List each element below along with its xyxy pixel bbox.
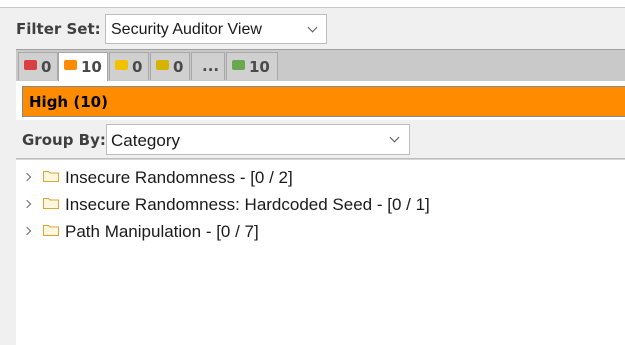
- folder-icon: [43, 198, 59, 209]
- tab-medium-count: 0: [132, 58, 143, 76]
- group-by-dropdown[interactable]: Category: [106, 124, 410, 155]
- tab-low[interactable]: 0: [150, 52, 190, 80]
- group-by-value: Category: [111, 131, 180, 150]
- priority-tabs-bar: 0 10 0 0 ... 10: [16, 49, 625, 82]
- chevron-down-icon: [389, 132, 400, 143]
- severity-header: High (10): [22, 86, 625, 117]
- tab-high[interactable]: 10: [58, 52, 108, 82]
- tab-all[interactable]: 10: [226, 52, 278, 80]
- tab-all-count: 10: [249, 58, 270, 76]
- folder-icon: [43, 171, 59, 182]
- folder-icon: [43, 225, 59, 236]
- tab-high-count: 10: [81, 58, 102, 76]
- tree-row-label: Insecure Randomness: Hardcoded Seed - [0…: [65, 195, 430, 214]
- critical-swatch-icon: [24, 60, 37, 70]
- group-by-label: Group By:: [22, 131, 106, 149]
- tree-row-label: Path Manipulation - [0 / 7]: [65, 222, 259, 241]
- severity-header-label: High (10): [29, 93, 108, 111]
- top-strip: [0, 0, 625, 8]
- tree-row[interactable]: Insecure Randomness - [0 / 2]: [16, 164, 625, 190]
- tab-critical[interactable]: 0: [18, 52, 58, 80]
- high-swatch-icon: [64, 60, 77, 70]
- tree-row[interactable]: Path Manipulation - [0 / 7]: [16, 218, 625, 244]
- tab-critical-count: 0: [41, 58, 52, 76]
- all-swatch-icon: [232, 60, 245, 70]
- issue-tree: Insecure Randomness - [0 / 2] Insecure R…: [16, 159, 625, 345]
- left-panel-edge: [0, 8, 16, 344]
- chevron-down-icon: [307, 22, 318, 33]
- chevron-right-icon[interactable]: [22, 226, 32, 236]
- filter-set-label: Filter Set:: [16, 20, 101, 38]
- low-swatch-icon: [156, 60, 169, 70]
- chevron-right-icon[interactable]: [22, 172, 32, 182]
- tab-low-count: 0: [173, 58, 184, 76]
- filter-set-value: Security Auditor View: [111, 21, 262, 38]
- tab-more-label: ...: [202, 57, 220, 75]
- group-by-bar: Group By: Category: [16, 120, 625, 159]
- medium-swatch-icon: [115, 60, 128, 70]
- tab-medium[interactable]: 0: [109, 52, 149, 80]
- chevron-right-icon[interactable]: [22, 199, 32, 209]
- tree-row-label: Insecure Randomness - [0 / 2]: [65, 168, 293, 187]
- filter-set-dropdown[interactable]: Security Auditor View: [105, 14, 327, 44]
- tree-row[interactable]: Insecure Randomness: Hardcoded Seed - [0…: [16, 191, 625, 217]
- tab-more[interactable]: ...: [191, 52, 225, 80]
